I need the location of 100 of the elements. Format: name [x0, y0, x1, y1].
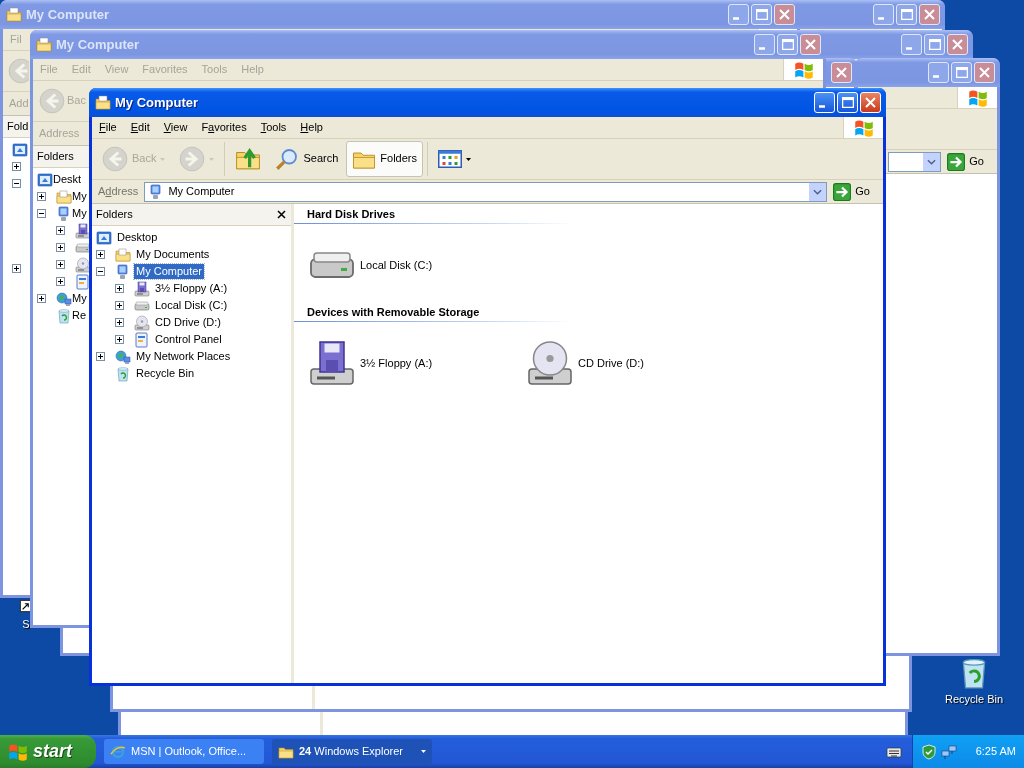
pane-title: Folders	[96, 207, 133, 222]
close-button[interactable]	[800, 34, 821, 55]
address-field[interactable]	[888, 151, 942, 172]
folders-button[interactable]: Folders	[346, 141, 423, 177]
back-arrow-icon	[8, 58, 29, 84]
taskbar-button[interactable]: 24 Windows Explorer	[272, 739, 432, 764]
tree-item[interactable]: My	[72, 291, 87, 306]
pane-title: Folders	[37, 149, 74, 164]
cd-drive-icon	[75, 256, 91, 273]
expand-icon[interactable]	[12, 162, 21, 171]
address-label: Add	[8, 96, 30, 111]
tree-item[interactable]: My	[72, 206, 87, 221]
menu-item[interactable]: Edit	[123, 120, 157, 135]
close-button[interactable]	[919, 4, 940, 25]
network-icon[interactable]	[941, 743, 957, 760]
menu-item[interactable]: File	[92, 120, 124, 135]
close-icon	[836, 67, 847, 78]
dropdown-button[interactable]	[923, 152, 941, 171]
close-pane-button[interactable]	[276, 209, 287, 220]
documents-folder-icon	[115, 246, 131, 263]
documents-folder-icon	[56, 188, 72, 205]
menu-item[interactable]: View	[156, 120, 195, 135]
expand-icon[interactable]	[96, 250, 105, 259]
desktop-icon	[12, 141, 28, 158]
tree-item[interactable]: My	[72, 189, 87, 204]
search-button[interactable]: Search	[269, 141, 345, 177]
go-button[interactable]: Go	[830, 181, 880, 202]
start-button[interactable]: start	[0, 735, 96, 768]
window-title: My Computer	[56, 36, 140, 53]
pane-title: Fold	[7, 119, 29, 134]
taskbar-button[interactable]: MSN | Outlook, Office...	[104, 739, 264, 764]
expand-icon[interactable]	[115, 284, 124, 293]
address-label: Address	[97, 184, 140, 199]
tree-item[interactable]: Local Disk (C:)	[153, 297, 230, 314]
search-icon	[275, 147, 300, 171]
views-icon	[438, 147, 462, 171]
shield-icon[interactable]	[921, 743, 937, 760]
expand-icon[interactable]	[115, 318, 124, 327]
menu-item[interactable]: Tools	[253, 120, 294, 135]
menu-item[interactable]: Help	[293, 120, 330, 135]
close-icon	[779, 9, 790, 20]
group-heading: Hard Disk Drives	[306, 208, 396, 222]
maximize-icon	[781, 39, 794, 50]
dropdown-button[interactable]	[809, 182, 827, 201]
expand-icon[interactable]	[37, 294, 46, 303]
expand-icon[interactable]	[56, 226, 65, 235]
tree-item[interactable]: 3½ Floppy (A:)	[153, 280, 230, 297]
expand-icon[interactable]	[56, 260, 65, 269]
menu-item[interactable]: Favorites	[194, 120, 254, 135]
cd-drive-icon	[134, 314, 150, 331]
close-button[interactable]	[947, 34, 968, 55]
desktop-icon	[96, 229, 112, 246]
go-button[interactable]: Go	[944, 151, 994, 172]
maximize-icon	[955, 67, 968, 78]
caret-icon	[160, 157, 166, 161]
expand-icon[interactable]	[56, 277, 65, 286]
address-field[interactable]: My Computer	[144, 181, 828, 202]
tree-item[interactable]: My Network Places	[134, 348, 233, 365]
cd-drive-icon	[526, 339, 574, 388]
drive-item[interactable]: Local Disk (C:)	[294, 241, 512, 290]
collapse-icon[interactable]	[37, 209, 46, 218]
collapse-icon[interactable]	[96, 267, 105, 276]
minimize-icon	[759, 47, 765, 50]
tree-item[interactable]: Control Panel	[153, 331, 224, 348]
close-button[interactable]	[774, 4, 795, 25]
floppy-drive-icon	[134, 280, 150, 297]
chevron-icon	[813, 188, 823, 195]
expand-icon[interactable]	[115, 301, 124, 310]
drive-item[interactable]: 3½ Floppy (A:)	[294, 339, 512, 388]
tree-item[interactable]: Re	[72, 308, 87, 323]
tree-item[interactable]: CD Drive (D:)	[153, 314, 223, 331]
folder-icon	[6, 6, 22, 23]
floppy-drive-icon	[308, 339, 356, 388]
close-button[interactable]	[974, 62, 995, 83]
expand-icon[interactable]	[56, 243, 65, 252]
globe-e-icon	[110, 743, 126, 760]
minimize-icon	[933, 75, 939, 78]
expand-icon[interactable]	[12, 264, 21, 273]
folder-icon	[95, 94, 111, 111]
tree-item[interactable]: Deskt	[53, 172, 82, 187]
close-icon	[952, 39, 963, 50]
tree-item[interactable]: Recycle Bin	[134, 365, 197, 382]
tree-item[interactable]: Desktop	[115, 229, 160, 246]
folder-icon	[36, 36, 52, 53]
close-icon	[805, 39, 816, 50]
collapse-icon[interactable]	[12, 179, 21, 188]
maximize-icon	[755, 9, 768, 20]
expand-icon[interactable]	[115, 335, 124, 344]
window-title: My Computer	[26, 6, 110, 23]
expand-icon[interactable]	[37, 192, 46, 201]
drive-item[interactable]: CD Drive (D:)	[512, 339, 730, 388]
control-panel-icon	[134, 331, 150, 348]
tree-item[interactable]: My Documents	[134, 246, 212, 263]
recycle-bin-icon	[56, 307, 72, 324]
close-button[interactable]	[831, 62, 852, 83]
minimize-icon	[733, 17, 739, 20]
tree-item[interactable]: My Computer	[134, 263, 205, 280]
close-icon	[924, 9, 935, 20]
expand-icon[interactable]	[96, 352, 105, 361]
maximize-icon	[928, 39, 941, 50]
